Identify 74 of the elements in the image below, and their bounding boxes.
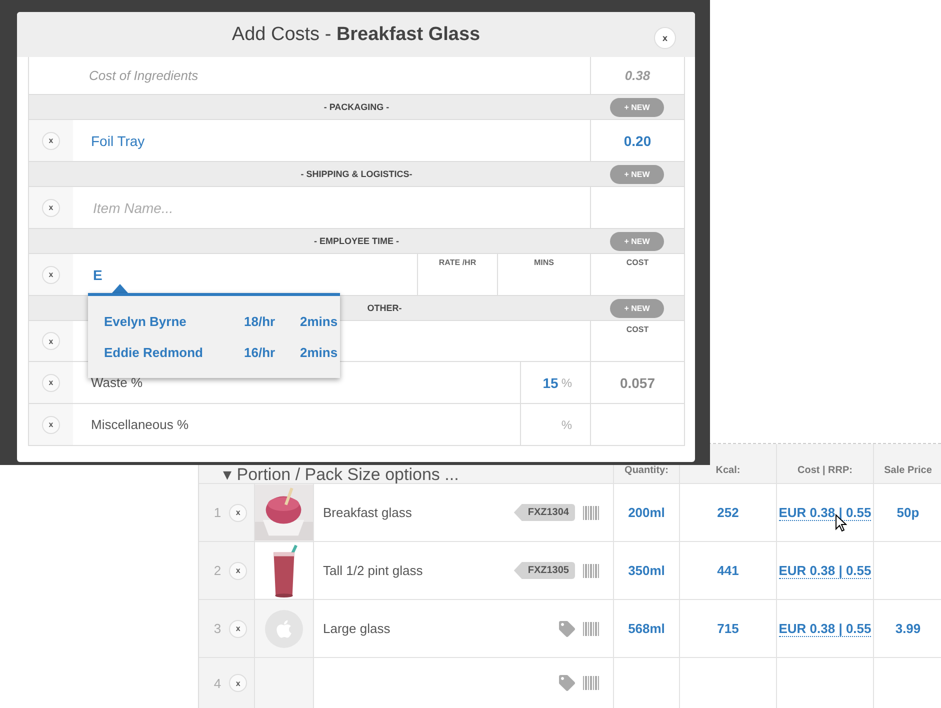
column-label: COST	[626, 258, 649, 267]
item-name[interactable]: Foil Tray	[91, 132, 145, 148]
column-label: MINS	[534, 258, 554, 267]
item-name-field[interactable]: Item Name...	[91, 198, 590, 216]
barcode-icon	[583, 564, 599, 578]
sale-price: 3.99	[895, 621, 921, 636]
barcode-icon	[583, 506, 599, 520]
sale-price: 50p	[896, 505, 920, 520]
product-code-tag: FXZ1304	[514, 504, 575, 521]
cost-link[interactable]: EUR 0.38 | 0.55	[778, 562, 872, 578]
remove-button[interactable]: x	[42, 374, 60, 392]
product-name: Tall 1/2 pint glass	[323, 563, 423, 578]
row-label: Cost of Ingredients	[89, 68, 198, 83]
suggestion-name[interactable]: Eddie Redmond	[104, 345, 244, 360]
remove-button[interactable]: x	[229, 562, 248, 580]
column-label: COST	[626, 325, 649, 334]
section-heading: - PACKAGING -	[324, 102, 390, 112]
row-number: 3	[214, 621, 222, 636]
row-number: 4	[214, 676, 222, 690]
section-heading: OTHER-	[367, 303, 402, 313]
new-button[interactable]: + NEW	[610, 232, 664, 250]
barcode-icon	[583, 676, 599, 690]
quantity-value: 350ml	[628, 563, 665, 578]
remove-button[interactable]: x	[42, 416, 60, 434]
tag-icon[interactable]	[559, 620, 575, 636]
row-number: 1	[214, 505, 222, 520]
column-header: Cost | RRP:	[797, 465, 853, 476]
barcode-icon	[583, 622, 599, 636]
kcal-value: 252	[717, 505, 739, 520]
new-button[interactable]: + NEW	[610, 298, 664, 318]
section-heading: - SHIPPING & LOGISTICS-	[300, 169, 412, 179]
cost-value: 0.38	[624, 68, 650, 83]
new-button[interactable]: + NEW	[610, 164, 664, 184]
product-code-tag: FXZ1305	[514, 562, 575, 579]
remove-button[interactable]: x	[42, 332, 60, 350]
column-header: Quantity:	[624, 465, 668, 476]
kcal-value: 715	[717, 621, 739, 636]
row-number: 2	[214, 563, 222, 578]
section-title: ▾ Portion / Pack Size options ...	[223, 466, 459, 483]
suggestion-rate: 18/hr	[244, 314, 276, 329]
remove-button[interactable]: x	[42, 132, 60, 150]
section-heading: - EMPLOYEE TIME -	[314, 236, 399, 246]
cost-value: 0.057	[620, 374, 656, 390]
remove-button[interactable]: x	[229, 674, 248, 692]
product-name: Breakfast glass	[323, 505, 412, 520]
new-button[interactable]: + NEW	[610, 98, 664, 116]
quantity-value: 200ml	[628, 505, 665, 520]
suggestion-minutes: 2mins	[300, 314, 339, 329]
percent-unit: %	[561, 418, 572, 432]
remove-button[interactable]: x	[229, 504, 248, 522]
quantity-value: 568ml	[628, 621, 665, 636]
column-header: Sale Price	[884, 465, 932, 476]
remove-button[interactable]: x	[42, 266, 60, 284]
suggestion-name[interactable]: Evelyn Byrne	[104, 314, 244, 329]
percent-value[interactable]: 15	[542, 374, 558, 390]
tag-icon[interactable]	[559, 675, 575, 691]
suggestion-rate: 16/hr	[244, 345, 276, 360]
remove-button[interactable]: x	[229, 620, 248, 638]
column-label: RATE /HR	[438, 258, 476, 267]
percent-unit: %	[561, 376, 572, 390]
column-header: Kcal:	[716, 465, 740, 476]
remove-button[interactable]: x	[42, 198, 60, 216]
cost-value: 0.20	[624, 132, 652, 148]
product-name: Large glass	[323, 621, 390, 636]
suggestion-minutes: 2mins	[300, 345, 339, 360]
kcal-value: 441	[717, 563, 739, 578]
modal-title: Add Costs - Breakfast Glass	[232, 24, 480, 46]
apple-icon	[265, 610, 303, 648]
mouse-cursor-icon	[835, 514, 847, 532]
row-label: Miscellaneous %	[91, 417, 189, 432]
cost-link[interactable]: EUR 0.38 | 0.55	[778, 620, 872, 636]
row-label: Waste %	[91, 375, 143, 390]
close-button[interactable]: x	[654, 27, 676, 49]
employee-name-field[interactable]: E	[91, 266, 417, 284]
